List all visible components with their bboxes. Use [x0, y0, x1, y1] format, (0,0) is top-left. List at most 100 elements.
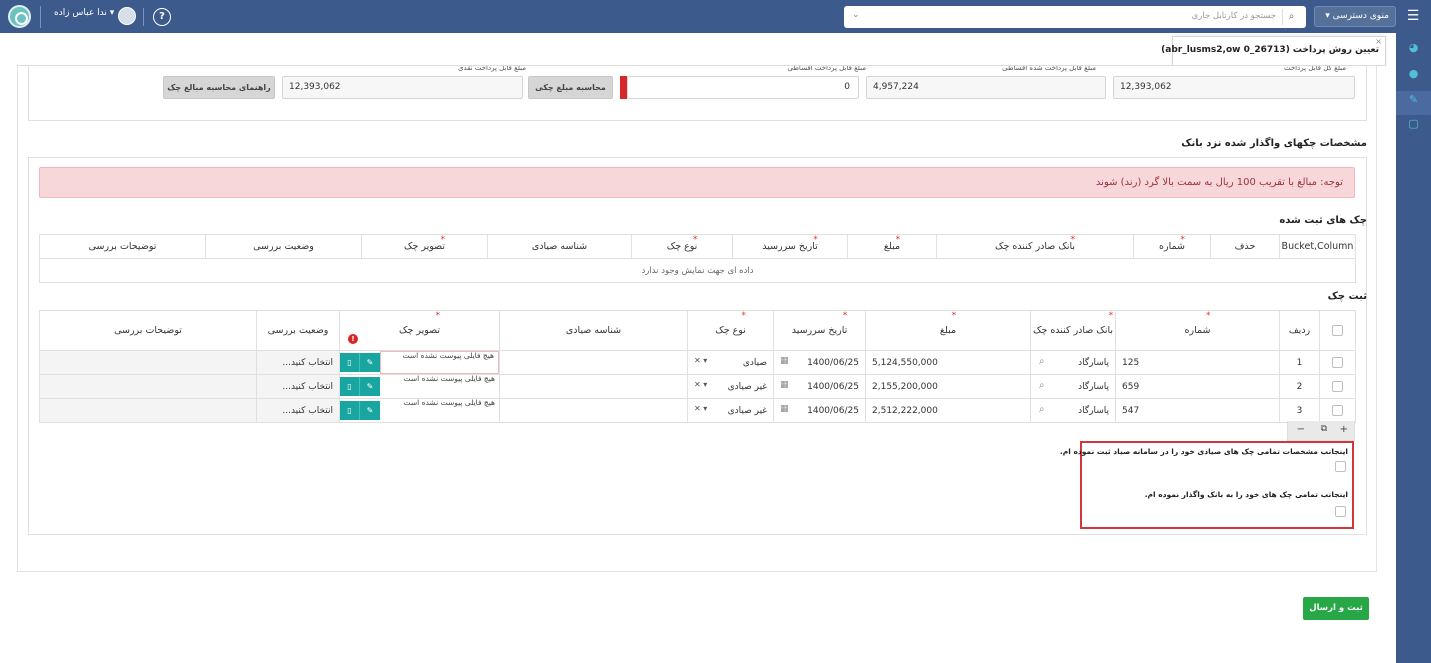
- review-notes-cell: [39, 374, 257, 399]
- table-row[interactable]: 1 125 پاسارگاد ⌕ 5,124,550,000 1400/06/25…: [39, 350, 1356, 375]
- cheque-number-cell[interactable]: 125: [1115, 350, 1280, 375]
- col-issuing-bank[interactable]: بانک صادر کننده چک: [936, 234, 1134, 259]
- col-amount[interactable]: مبلغ: [847, 234, 937, 259]
- help-icon[interactable]: ?: [153, 8, 171, 26]
- table-row[interactable]: 2 659 پاسارگاد ⌕ 2,155,200,000 1400/06/25…: [39, 374, 1356, 399]
- select-all-checkbox[interactable]: [1332, 325, 1343, 336]
- sayad-id-cell[interactable]: [499, 350, 688, 375]
- row-select-cell[interactable]: [1319, 374, 1356, 399]
- row-select-cell[interactable]: [1319, 398, 1356, 423]
- toolbar-divider: [143, 8, 144, 26]
- calculate-cheque-button[interactable]: محاسبه مبلغ چکی: [528, 76, 613, 99]
- bank-cell[interactable]: پاسارگاد ⌕: [1030, 374, 1116, 399]
- review-status-select[interactable]: انتخاب کنید...: [256, 398, 340, 423]
- search-box[interactable]: ⌕ جستجو در کارتابل جاری ⌄: [844, 6, 1306, 28]
- edit-icon[interactable]: ✎: [1407, 93, 1420, 106]
- col-due-date[interactable]: تاریخ سررسید: [732, 234, 848, 259]
- calendar-icon[interactable]: ▦: [780, 404, 789, 414]
- avatar[interactable]: [118, 7, 136, 25]
- dashboard-pie-icon[interactable]: ◕: [1407, 41, 1420, 54]
- document-icon[interactable]: ▢: [1407, 117, 1420, 130]
- col-cheque-type[interactable]: نوع چک: [631, 234, 733, 259]
- due-date-cell[interactable]: 1400/06/25 ▦: [773, 398, 866, 423]
- clear-chevron-icon[interactable]: ▾ ✕: [694, 380, 707, 389]
- attach-edit-icon[interactable]: ✎: [360, 401, 380, 420]
- cheque-type-cell[interactable]: غیر صیادی ▾ ✕: [687, 398, 774, 423]
- col-number[interactable]: شماره: [1133, 234, 1211, 259]
- paid-installment-label: مبلغ قابل پرداخت شده اقساطی: [1002, 66, 1096, 72]
- amount-cell[interactable]: 2,512,222,000: [865, 398, 1031, 423]
- amount-cell[interactable]: 5,124,550,000: [865, 350, 1031, 375]
- col-row: ردیف: [1279, 310, 1320, 351]
- col-cheque-image: تصویر چک!: [339, 310, 500, 351]
- col-sayad-id[interactable]: شناسه صیادی: [487, 234, 632, 259]
- sayad-id-cell[interactable]: [499, 398, 688, 423]
- select-all-cell[interactable]: [1319, 310, 1356, 351]
- col-review-status: وضعیت بررسی: [256, 310, 340, 351]
- calendar-icon[interactable]: ▦: [780, 356, 789, 366]
- col-bucket-column[interactable]: Bucket,Column: [1279, 234, 1356, 259]
- col-amount: مبلغ: [865, 310, 1031, 351]
- remove-row-icon[interactable]: −: [1297, 424, 1305, 435]
- row-checkbox[interactable]: [1332, 381, 1343, 392]
- installment-payable-label: مبلغ قابل پرداخت اقساطی: [787, 66, 866, 72]
- settings-gear-icon[interactable]: [8, 5, 31, 28]
- search-icon[interactable]: ⌕: [1039, 404, 1045, 415]
- inbox-icon[interactable]: ●: [1407, 67, 1420, 80]
- cheque-type-cell[interactable]: غیر صیادی ▾ ✕: [687, 374, 774, 399]
- cash-payable-label: مبلغ قابل پرداخت نقدی: [457, 66, 526, 72]
- cheque-number-cell[interactable]: 659: [1115, 374, 1280, 399]
- search-icon[interactable]: ⌕: [1282, 9, 1300, 25]
- col-review-notes[interactable]: توضیحات بررسی: [39, 234, 206, 259]
- tab-payment-method[interactable]: × تعیین روش پرداخت (abr_lusms2,ow 0_2671…: [1161, 36, 1386, 66]
- bank-handover-checkbox[interactable]: [1335, 506, 1346, 517]
- paid-installment-field: 4,957,224: [866, 76, 1106, 99]
- empty-row: داده ای جهت نمایش وجود ندارد: [39, 258, 1356, 283]
- chevron-down-icon[interactable]: ⌄: [852, 10, 860, 20]
- clear-chevron-icon[interactable]: ▾ ✕: [694, 356, 707, 365]
- cheque-section-title: مشخصات چکهای واگذار شده نزد بانک: [1181, 138, 1367, 149]
- view-file-icon[interactable]: ▯: [340, 401, 360, 420]
- row-select-cell[interactable]: [1319, 350, 1356, 375]
- access-menu-label: منوی دسترسی: [1332, 11, 1389, 21]
- cheque-type-cell[interactable]: صیادی ▾ ✕: [687, 350, 774, 375]
- cheque-guide-button[interactable]: راهنمای محاسبه مبالغ چک: [163, 76, 275, 99]
- due-date-cell[interactable]: 1400/06/25 ▦: [773, 350, 866, 375]
- add-row-icon[interactable]: +: [1340, 424, 1348, 435]
- review-status-select[interactable]: انتخاب کنید...: [256, 350, 340, 375]
- review-status-select[interactable]: انتخاب کنید...: [256, 374, 340, 399]
- view-file-icon[interactable]: ▯: [340, 377, 360, 396]
- clear-chevron-icon[interactable]: ▾ ✕: [694, 404, 707, 413]
- sayad-id-cell[interactable]: [499, 374, 688, 399]
- bank-cell[interactable]: پاسارگاد ⌕: [1030, 398, 1116, 423]
- bank-cell[interactable]: پاسارگاد ⌕: [1030, 350, 1116, 375]
- attach-edit-icon[interactable]: ✎: [360, 353, 380, 372]
- table-row[interactable]: 3 547 پاسارگاد ⌕ 2,512,222,000 1400/06/25…: [39, 398, 1356, 423]
- row-checkbox[interactable]: [1332, 357, 1343, 368]
- due-date-cell[interactable]: 1400/06/25 ▦: [773, 374, 866, 399]
- user-menu[interactable]: ▾ ندا عباس زاده: [54, 8, 114, 18]
- user-name: ندا عباس زاده: [54, 8, 107, 18]
- installment-payable-input[interactable]: 0: [627, 76, 859, 99]
- review-notes-cell: [39, 398, 257, 423]
- access-menu-dropdown[interactable]: منوی دسترسی ▾: [1314, 6, 1396, 27]
- view-file-icon[interactable]: ▯: [340, 353, 360, 372]
- hamburger-menu-icon[interactable]: ☰: [1405, 8, 1421, 24]
- submit-button[interactable]: ثبت و ارسال: [1303, 597, 1369, 620]
- row-checkbox[interactable]: [1332, 405, 1343, 416]
- registered-cheques-table: Bucket,Column حذف شماره بانک صادر کننده …: [39, 234, 1356, 283]
- col-cheque-image-label: تصویر چک: [398, 325, 441, 336]
- sayad-registration-checkbox[interactable]: [1335, 461, 1346, 472]
- search-icon[interactable]: ⌕: [1039, 356, 1045, 367]
- calendar-icon[interactable]: ▦: [780, 380, 789, 390]
- image-cell: هیچ فایلی پیوست نشده است ✎ ▯: [339, 374, 500, 399]
- table-header-row: Bucket,Column حذف شماره بانک صادر کننده …: [39, 234, 1356, 259]
- cheque-number-cell[interactable]: 547: [1115, 398, 1280, 423]
- amount-cell[interactable]: 2,155,200,000: [865, 374, 1031, 399]
- col-delete[interactable]: حذف: [1210, 234, 1280, 259]
- copy-row-icon[interactable]: ⧉: [1321, 424, 1327, 434]
- col-cheque-image[interactable]: تصویر چک: [361, 234, 488, 259]
- search-icon[interactable]: ⌕: [1039, 380, 1045, 391]
- attach-edit-icon[interactable]: ✎: [360, 377, 380, 396]
- col-review-status[interactable]: وضعیت بررسی: [205, 234, 362, 259]
